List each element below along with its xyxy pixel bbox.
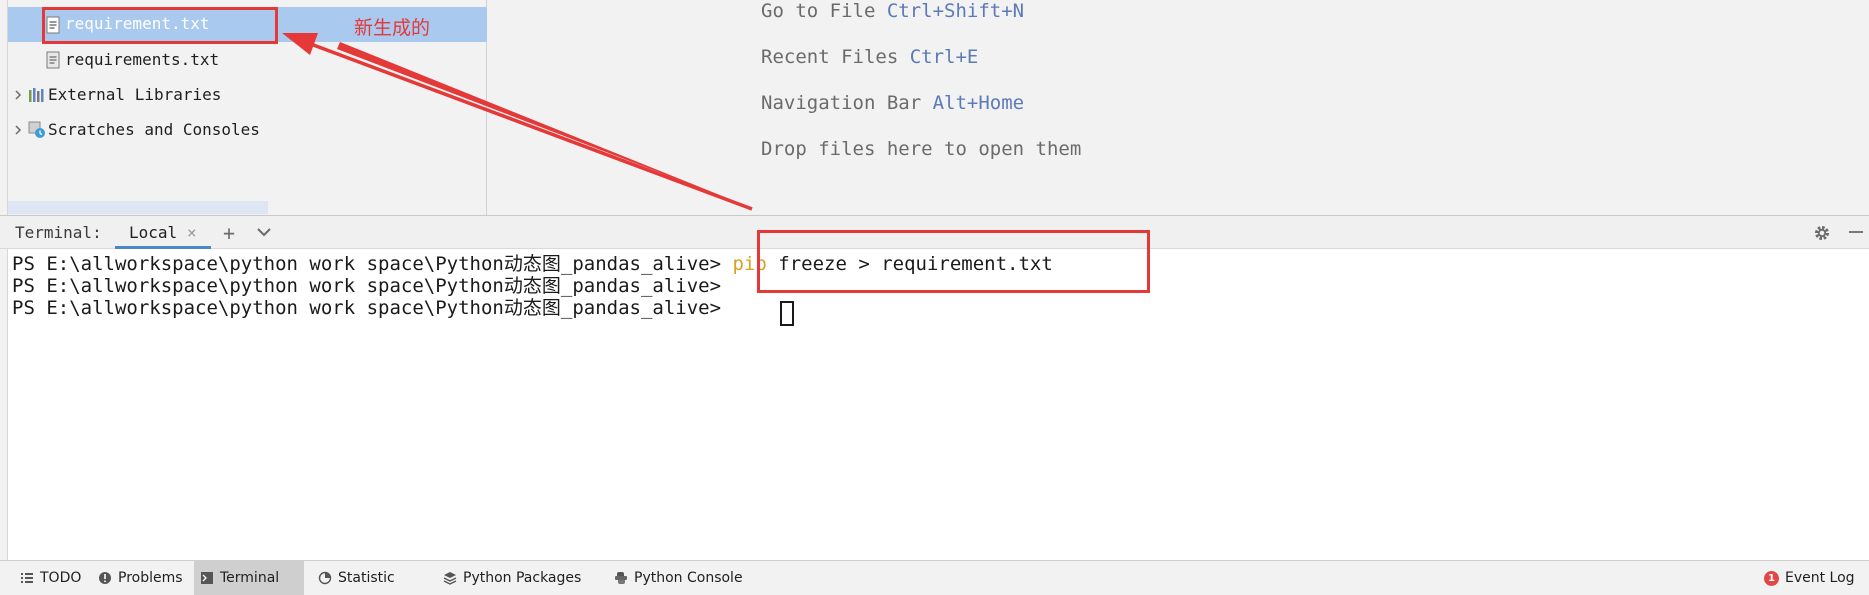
annotation-box-new-file	[42, 7, 278, 44]
status-label: Python Console	[634, 570, 743, 586]
status-label: Problems	[118, 570, 183, 586]
status-label: TODO	[40, 570, 82, 586]
status-label: Event Log	[1785, 570, 1855, 586]
gear-icon[interactable]	[1813, 224, 1831, 242]
hint-text: Go to File	[761, 0, 876, 22]
layers-icon	[443, 572, 457, 585]
left-tool-strip	[0, 0, 8, 560]
status-terminal[interactable]: Terminal	[194, 561, 304, 595]
terminal-output[interactable]: PS E:\allworkspace\python work space\Pyt…	[8, 249, 1869, 559]
tab-local[interactable]: Local ×	[115, 216, 211, 249]
info-icon	[99, 572, 111, 584]
hint-recent-files: Recent Files Ctrl+E	[761, 46, 978, 68]
status-event-log[interactable]: 1 Event Log	[1758, 561, 1861, 595]
status-bar: TODO Problems Terminal Statistic Python …	[0, 560, 1869, 595]
library-icon	[29, 88, 44, 102]
status-label: Terminal	[220, 570, 280, 586]
tree-item-scratches-and-consoles[interactable]: Scratches and Consoles	[8, 113, 487, 148]
minimize-icon[interactable]	[1848, 224, 1864, 240]
hint-text: Drop files here to open them	[761, 138, 1082, 160]
editor-empty-state: Go to File Ctrl+Shift+N Recent Files Ctr…	[488, 0, 1869, 215]
chevron-right-icon[interactable]	[12, 124, 24, 136]
status-label: Statistic	[338, 570, 395, 586]
tree-item-external-libraries[interactable]: External Libraries	[8, 78, 487, 113]
horizontal-scrollbar[interactable]	[8, 201, 268, 214]
text-file-icon	[46, 51, 60, 69]
terminal-icon	[201, 572, 213, 584]
status-statistic[interactable]: Statistic	[312, 561, 401, 595]
annotation-box-command	[757, 230, 1150, 293]
scratches-icon	[28, 121, 45, 138]
chevron-down-icon[interactable]	[256, 226, 272, 238]
tab-label: Local	[129, 223, 178, 242]
terminal-caret	[780, 301, 794, 326]
hint-shortcut: Alt+Home	[932, 92, 1025, 114]
tree-item-label: requirements.txt	[65, 50, 220, 69]
hint-shortcut: Ctrl+Shift+N	[886, 0, 1025, 22]
terminal-prompt: PS E:\allworkspace\python work space\Pyt…	[12, 297, 722, 319]
annotation-label: 新生成的	[354, 17, 431, 39]
tree-item-label: External Libraries	[48, 85, 222, 104]
tree-item-label: Scratches and Consoles	[48, 120, 260, 139]
status-todo[interactable]: TODO	[14, 561, 87, 595]
tree-item-requirements-txt[interactable]: requirements.txt	[8, 43, 487, 78]
hint-shortcut: Ctrl+E	[909, 46, 979, 68]
hint-text: Navigation Bar	[761, 92, 922, 114]
list-icon	[21, 573, 33, 583]
hint-go-to-file: Go to File Ctrl+Shift+N	[761, 0, 1024, 22]
status-python-console[interactable]: Python Console	[608, 561, 749, 595]
pie-chart-icon	[318, 571, 332, 585]
status-python-packages[interactable]: Python Packages	[437, 561, 587, 595]
hint-text: Recent Files	[761, 46, 899, 68]
terminal-title: Terminal:	[15, 223, 102, 242]
close-icon[interactable]: ×	[187, 223, 197, 242]
chevron-right-icon[interactable]	[12, 89, 24, 101]
terminal-line: PS E:\allworkspace\python work space\Pyt…	[12, 293, 721, 319]
status-problems[interactable]: Problems	[92, 561, 189, 595]
hint-drop-files: Drop files here to open them	[761, 138, 1081, 160]
event-count-badge: 1	[1764, 570, 1779, 586]
python-icon	[615, 572, 627, 584]
hint-navigation-bar: Navigation Bar Alt+Home	[761, 92, 1024, 114]
plus-icon[interactable]: +	[223, 221, 235, 245]
status-label: Python Packages	[463, 570, 582, 586]
